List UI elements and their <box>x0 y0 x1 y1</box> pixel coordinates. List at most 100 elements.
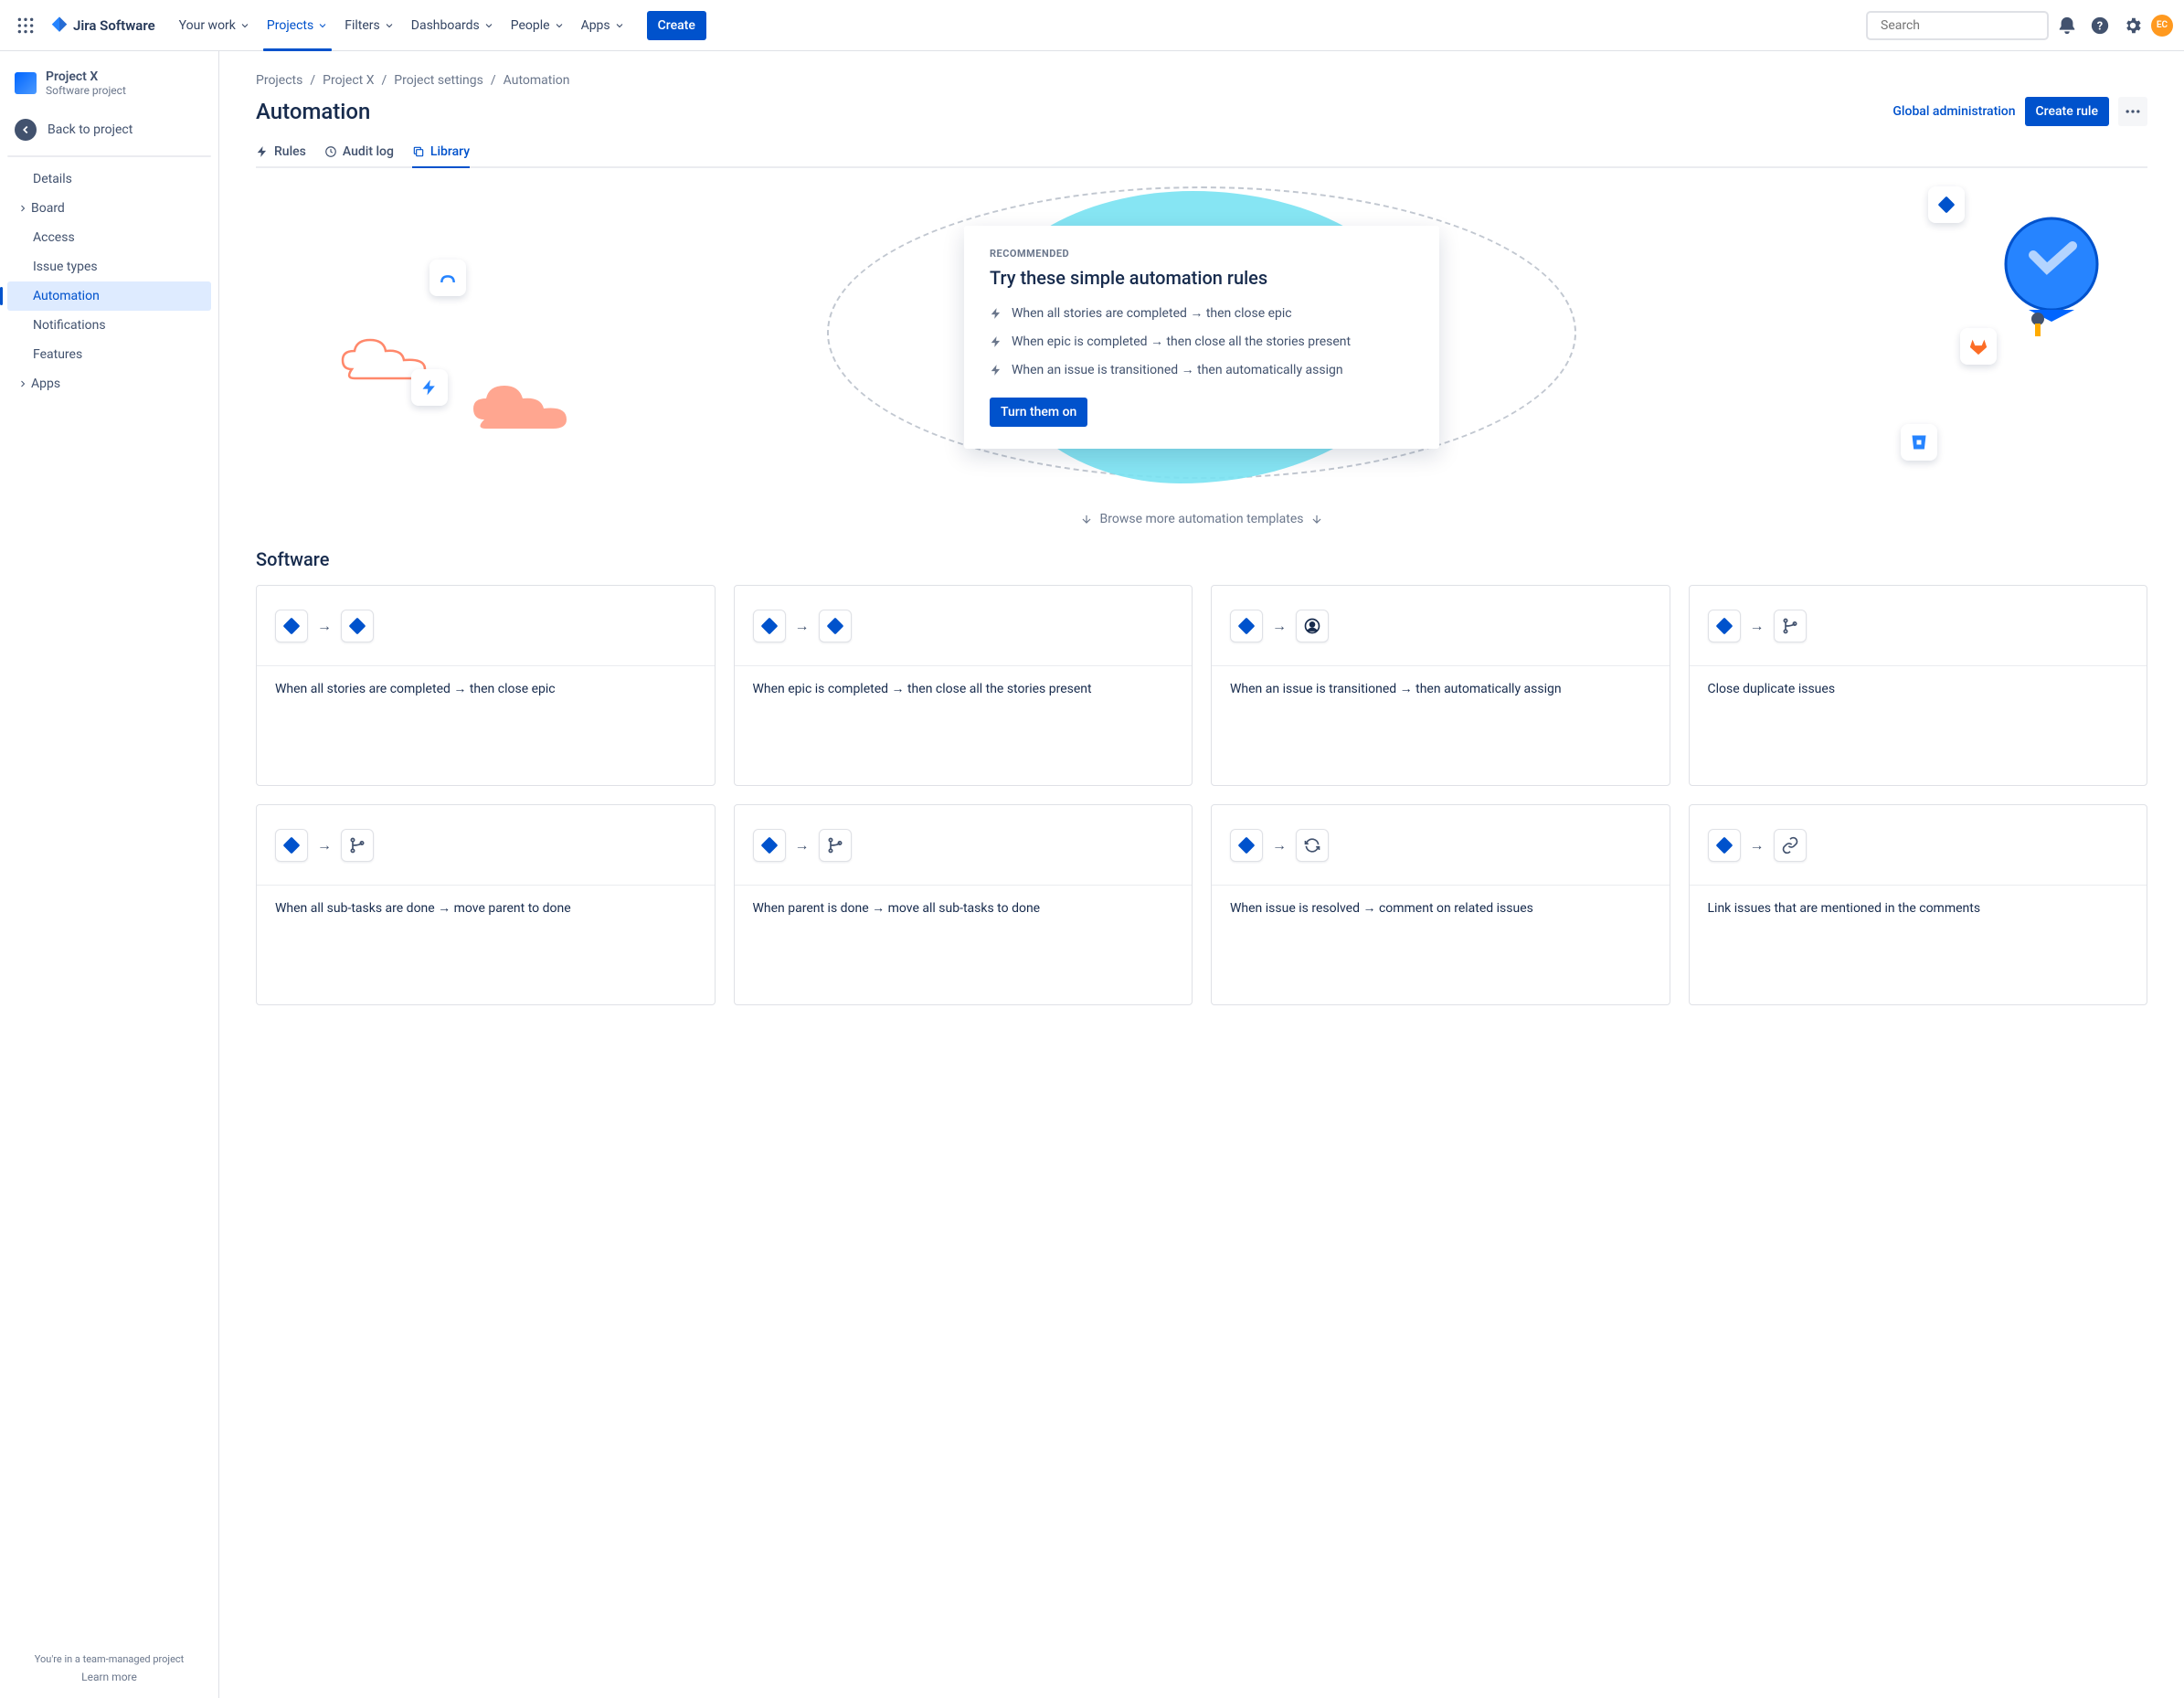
arrow-down-icon <box>1310 513 1323 525</box>
tab-rules[interactable]: Rules <box>256 137 306 166</box>
template-label: Link issues that are mentioned in the co… <box>1690 886 2147 933</box>
integration-icon <box>1928 186 1965 223</box>
chevron-down-icon <box>614 20 625 31</box>
global-admin-link[interactable]: Global administration <box>1892 104 2015 119</box>
back-arrow-icon <box>15 119 37 141</box>
breadcrumb: Projects/Project X/Project settings/Auto… <box>256 73 2147 88</box>
more-actions-button[interactable] <box>2118 97 2147 126</box>
branch-icon <box>341 829 374 862</box>
nav-item-apps[interactable]: Apps <box>574 11 632 40</box>
template-card[interactable]: → When epic is completed → then close all… <box>734 585 1193 786</box>
decoration-balloon <box>2001 214 2102 360</box>
template-icons: → <box>1212 805 1670 886</box>
create-rule-button[interactable]: Create rule <box>2025 97 2109 126</box>
sidebar: Project X Software project Back to proje… <box>0 51 219 1698</box>
sidebar-item-features[interactable]: Features <box>7 340 211 369</box>
sidebar-item-board[interactable]: Board <box>7 194 211 223</box>
tab-library[interactable]: Library <box>412 137 470 166</box>
jira-icon <box>341 610 374 642</box>
template-icons: → <box>1690 586 2147 666</box>
sidebar-item-issue-types[interactable]: Issue types <box>7 252 211 281</box>
bolt-icon <box>990 307 1002 320</box>
arrow-right-icon: → <box>1750 617 1765 635</box>
template-card[interactable]: →When all stories are completed → then c… <box>256 585 716 786</box>
sidebar-item-automation[interactable]: Automation <box>7 281 211 311</box>
breadcrumb-item[interactable]: Automation <box>504 73 570 88</box>
template-icons: → <box>1212 586 1670 666</box>
recommended-title: Try these simple automation rules <box>990 267 1414 289</box>
help-icon[interactable]: ? <box>2085 11 2115 40</box>
sidebar-item-label: Notifications <box>33 318 106 333</box>
bolt-icon <box>256 145 269 158</box>
arrow-right-icon: → <box>1750 836 1765 854</box>
create-button[interactable]: Create <box>647 11 706 40</box>
sidebar-item-details[interactable]: Details <box>7 164 211 194</box>
nav-item-your-work[interactable]: Your work <box>172 11 258 40</box>
browse-more-link[interactable]: Browse more automation templates <box>256 512 2147 526</box>
template-label: When epic is completed → then close all … <box>735 666 1193 714</box>
search-input[interactable] <box>1866 11 2049 40</box>
template-card[interactable]: → When an issue is transitioned → then au… <box>1211 585 1670 786</box>
product-name: Jira Software <box>73 17 155 34</box>
project-name: Project X <box>46 69 126 84</box>
template-card[interactable]: →When all sub-tasks are done → move pare… <box>256 804 716 1005</box>
user-avatar[interactable]: EC <box>2151 15 2173 37</box>
nav-item-dashboards[interactable]: Dashboards <box>404 11 502 40</box>
page-title: Automation <box>256 99 370 124</box>
notifications-icon[interactable] <box>2052 11 2082 40</box>
learn-more-link[interactable]: Learn more <box>15 1671 204 1683</box>
search-field[interactable] <box>1881 18 2043 33</box>
chevron-right-icon <box>15 203 31 214</box>
jira-icon <box>819 610 852 642</box>
product-logo[interactable]: Jira Software <box>44 16 161 36</box>
template-icons: → <box>735 805 1193 886</box>
sidebar-item-label: Issue types <box>33 260 98 274</box>
recommended-rule: When all stories are completed → then cl… <box>990 305 1414 321</box>
bolt-icon <box>990 364 1002 377</box>
sidebar-item-notifications[interactable]: Notifications <box>7 311 211 340</box>
main-content: Projects/Project X/Project settings/Auto… <box>219 51 2184 1698</box>
template-label: Close duplicate issues <box>1690 666 2147 714</box>
breadcrumb-item[interactable]: Project settings <box>394 73 483 88</box>
arrow-right-icon: → <box>1272 617 1287 635</box>
nav-item-projects[interactable]: Projects <box>260 11 335 40</box>
nav-item-people[interactable]: People <box>504 11 572 40</box>
project-subtitle: Software project <box>46 84 126 97</box>
template-label: When an issue is transitioned → then aut… <box>1212 666 1670 714</box>
bolt-icon <box>990 335 1002 348</box>
sidebar-item-label: Automation <box>33 289 100 303</box>
template-card[interactable]: →When parent is done → move all sub-task… <box>734 804 1193 1005</box>
hero-banner: RECOMMENDED Try these simple automation … <box>256 168 2147 506</box>
back-to-project[interactable]: Back to project <box>7 111 211 148</box>
arrow-right-icon: → <box>1272 836 1287 854</box>
project-header[interactable]: Project X Software project <box>7 69 211 111</box>
settings-icon[interactable] <box>2118 11 2147 40</box>
branch-icon <box>1774 610 1807 642</box>
template-card[interactable]: → Close duplicate issues <box>1689 585 2148 786</box>
jira-icon <box>1230 829 1263 862</box>
arrow-right-icon: → <box>795 617 810 635</box>
template-label: When parent is done → move all sub-tasks… <box>735 886 1193 933</box>
app-switcher-icon[interactable] <box>11 11 40 40</box>
breadcrumb-item[interactable]: Project X <box>323 73 374 88</box>
tabs: Rules Audit log Library <box>256 137 2147 168</box>
arrow-right-icon: → <box>317 836 332 854</box>
template-icons: → <box>257 805 715 886</box>
template-icons: → <box>257 586 715 666</box>
turn-on-button[interactable]: Turn them on <box>990 398 1087 427</box>
template-card[interactable]: → Link issues that are mentioned in the c… <box>1689 804 2148 1005</box>
footer-text: You're in a team-managed project <box>35 1653 185 1665</box>
breadcrumb-item[interactable]: Projects <box>256 73 302 88</box>
recommended-card: RECOMMENDED Try these simple automation … <box>964 226 1439 449</box>
primary-nav: Your workProjectsFiltersDashboardsPeople… <box>172 11 632 40</box>
arrow-right-icon: → <box>317 617 332 635</box>
template-icons: → <box>735 586 1193 666</box>
tab-audit-log[interactable]: Audit log <box>324 137 394 166</box>
sidebar-item-apps[interactable]: Apps <box>7 369 211 398</box>
chevron-down-icon <box>317 20 328 31</box>
nav-item-filters[interactable]: Filters <box>337 11 402 40</box>
template-card[interactable]: →When issue is resolved → comment on rel… <box>1211 804 1670 1005</box>
recommended-eyebrow: RECOMMENDED <box>990 248 1414 260</box>
refresh-icon <box>1296 829 1329 862</box>
sidebar-item-access[interactable]: Access <box>7 223 211 252</box>
